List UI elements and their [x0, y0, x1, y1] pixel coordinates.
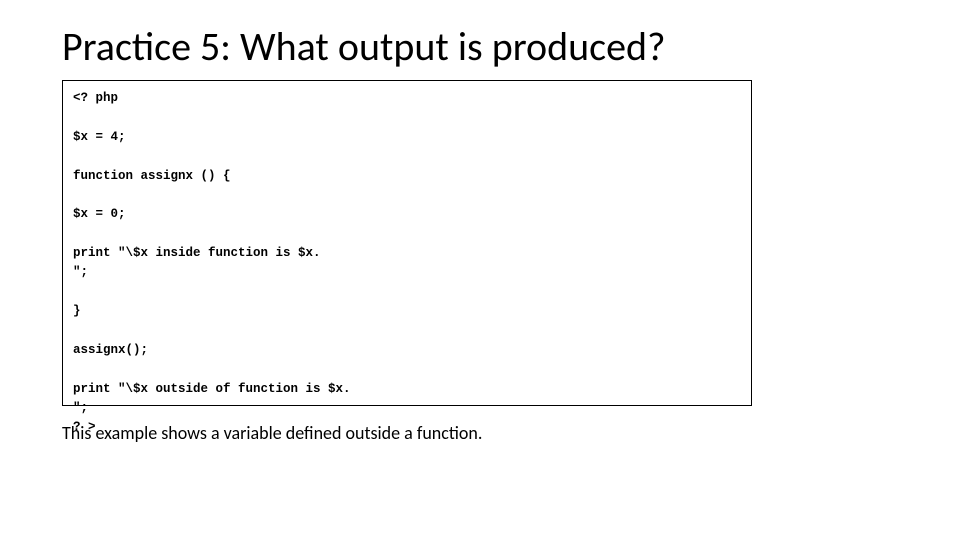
code-content: <? php $x = 4; function assignx () { $x …: [73, 89, 741, 438]
caption-text: This example shows a variable defined ou…: [62, 422, 482, 444]
slide: Practice 5: What output is produced? <? …: [0, 0, 960, 540]
slide-title: Practice 5: What output is produced?: [62, 22, 666, 71]
code-block: <? php $x = 4; function assignx () { $x …: [62, 80, 752, 406]
